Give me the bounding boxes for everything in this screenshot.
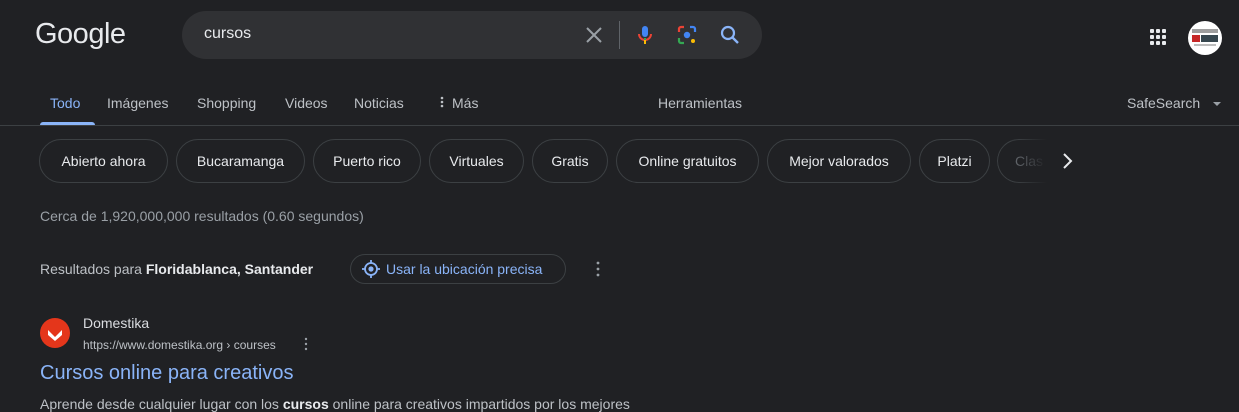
snippet-part: online para creativos impartidos por los… [328, 396, 630, 412]
chip-gratis[interactable]: Gratis [532, 139, 608, 183]
more-vert-icon[interactable] [298, 336, 314, 352]
chip-platzi[interactable]: Platzi [919, 139, 990, 183]
chip-virtuales[interactable]: Virtuales [429, 139, 524, 183]
tab-imagenes[interactable]: Imágenes [107, 95, 168, 111]
snippet-part: Aprende desde cualquier lugar con los [40, 396, 283, 412]
lens-icon[interactable] [675, 23, 699, 47]
search-input[interactable]: cursos [204, 25, 251, 43]
more-vert-icon [440, 96, 444, 108]
search-icon[interactable] [718, 23, 742, 47]
safesearch-label: SafeSearch [1127, 95, 1201, 111]
tab-videos[interactable]: Videos [285, 95, 328, 111]
result-title-link[interactable]: Cursos online para creativos [40, 362, 293, 385]
search-box[interactable]: cursos [182, 11, 762, 59]
result-site-name[interactable]: Domestika [83, 315, 149, 331]
location-target-icon [362, 260, 380, 278]
tab-shopping[interactable]: Shopping [197, 95, 256, 111]
chip-online-gratuitos[interactable]: Online gratuitos [616, 139, 759, 183]
snippet-bold: cursos [282, 396, 329, 412]
tabbar-divider [0, 125, 1239, 126]
safesearch-button[interactable]: SafeSearch [1127, 95, 1222, 111]
location-prefix: Resultados para [40, 261, 146, 277]
chip-mejor-valorados[interactable]: Mejor valorados [767, 139, 911, 183]
caret-down-icon [1213, 102, 1222, 106]
location-place: Floridablanca, Santander [145, 261, 314, 277]
chip-clas-partial[interactable]: Clas [997, 139, 1047, 183]
result-url[interactable]: https://www.domestika.org › courses [83, 338, 276, 352]
chip-bucaramanga[interactable]: Bucaramanga [176, 139, 305, 183]
chip-puerto-rico[interactable]: Puerto rico [313, 139, 421, 183]
clear-icon[interactable] [582, 23, 606, 47]
chevron-right-icon[interactable] [1056, 150, 1078, 172]
apps-grid-icon[interactable] [1147, 26, 1169, 48]
location-line: Resultados para Floridablanca, Santander [40, 261, 313, 277]
tab-noticias[interactable]: Noticias [354, 95, 404, 111]
account-avatar[interactable] [1188, 21, 1222, 55]
tab-todo[interactable]: Todo [50, 95, 80, 111]
more-vert-icon[interactable] [589, 259, 607, 279]
tools-button[interactable]: Herramientas [658, 95, 742, 111]
domestika-favicon [40, 318, 70, 348]
tab-mas-label: Más [452, 95, 479, 111]
result-snippet: Aprende desde cualquier lugar con los cu… [40, 396, 630, 412]
domestika-logo-icon [48, 330, 62, 341]
result-stats: Cerca de 1,920,000,000 resultados (0.60 … [40, 208, 364, 224]
mic-icon[interactable] [633, 23, 657, 47]
use-precise-location-label: Usar la ubicación precisa [386, 261, 543, 277]
search-divider [619, 21, 620, 49]
google-logo[interactable]: Google [35, 18, 126, 51]
chip-abierto-ahora[interactable]: Abierto ahora [39, 139, 168, 183]
use-precise-location-button[interactable]: Usar la ubicación precisa [350, 254, 566, 284]
tab-mas[interactable]: Más [440, 95, 478, 111]
